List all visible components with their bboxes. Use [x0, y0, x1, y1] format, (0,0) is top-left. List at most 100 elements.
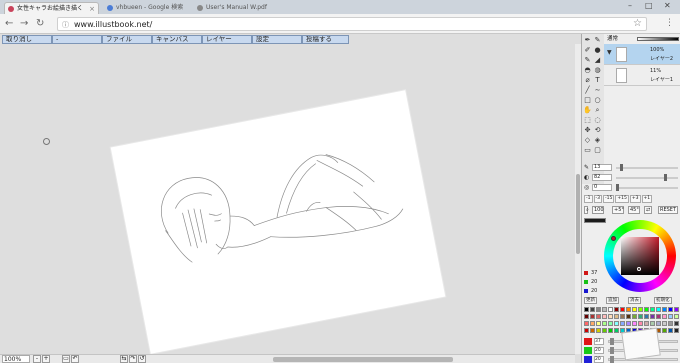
browser-menu-icon[interactable]: ⋮ — [665, 17, 674, 30]
blur-icon[interactable]: ◍ — [593, 66, 602, 75]
palette-swatch[interactable] — [590, 321, 595, 326]
blue-field[interactable]: 20 — [594, 356, 604, 363]
palette-swatch[interactable] — [584, 314, 589, 319]
palette-swatch[interactable] — [662, 328, 667, 333]
text-icon[interactable]: T — [593, 76, 602, 85]
slider-knob[interactable] — [620, 164, 623, 171]
rotate-angle-field[interactable]: 45° — [628, 206, 640, 214]
palette-swatch[interactable] — [614, 328, 619, 333]
rotate-left-button[interactable]: ↶ — [71, 355, 79, 363]
palette-swatch[interactable] — [662, 314, 667, 319]
brush-icon[interactable]: ✎ — [593, 36, 602, 45]
step-button[interactable]: +15 — [615, 195, 629, 203]
palette-swatch[interactable] — [632, 321, 637, 326]
palette-swatch[interactable] — [674, 314, 679, 319]
palette-swatch[interactable] — [584, 328, 589, 333]
reset-view-button[interactable]: RESET — [658, 206, 678, 214]
palette-swatch[interactable] — [584, 307, 589, 312]
shape-icon[interactable]: ◇ — [583, 136, 592, 145]
brush-blur-slider[interactable] — [616, 187, 678, 189]
flip-button[interactable]: ⇆ — [120, 355, 128, 363]
palette-swatch[interactable] — [602, 307, 607, 312]
palette-swatch[interactable] — [644, 307, 649, 312]
eraser-icon[interactable]: ✎ — [583, 56, 592, 65]
zoom-icon[interactable]: ⌕ — [593, 106, 602, 115]
palette-swatch[interactable] — [650, 307, 655, 312]
palette-swatch[interactable] — [602, 321, 607, 326]
flip-icon[interactable]: ⇄ — [644, 206, 652, 214]
palette-swatch[interactable] — [632, 307, 637, 312]
step-button[interactable]: +3 — [629, 195, 641, 203]
palette-swatch[interactable] — [668, 328, 673, 333]
menu-file[interactable]: ファイル — [102, 35, 152, 44]
stamp-icon[interactable]: ◈ — [593, 136, 602, 145]
move-icon[interactable]: ✥ — [583, 126, 592, 135]
line-icon[interactable]: ╱ — [583, 86, 592, 95]
slider-knob[interactable] — [610, 338, 614, 345]
palette-swatch[interactable] — [626, 307, 631, 312]
pencil-icon[interactable]: ✐ — [583, 46, 592, 55]
layer-opacity-slider[interactable] — [637, 37, 679, 41]
palette-swatch[interactable] — [668, 321, 673, 326]
foreground-color-swatch[interactable] — [584, 218, 606, 223]
pen-icon[interactable]: ✒ — [583, 36, 592, 45]
horizontal-scroll-thumb[interactable] — [273, 357, 453, 362]
fill-icon[interactable]: ◓ — [583, 66, 592, 75]
palette-swatch[interactable] — [632, 314, 637, 319]
brush-density-field[interactable]: 82 — [592, 174, 612, 181]
address-bar[interactable]: ⓘ www.illustbook.net/ ☆ — [57, 17, 647, 31]
brush-density-slider[interactable] — [616, 177, 678, 179]
step-button[interactable]: +1 — [641, 195, 653, 203]
palette-swatch[interactable] — [626, 314, 631, 319]
palette-swatch[interactable] — [584, 321, 589, 326]
palette-swatch[interactable] — [608, 314, 613, 319]
zoom-fit-button[interactable]: ▭ — [62, 355, 70, 363]
palette-swatch[interactable] — [668, 314, 673, 319]
close-icon[interactable]: × — [89, 3, 95, 14]
menu-canvas[interactable]: キャンバス — [152, 35, 202, 44]
palette-swatch[interactable] — [644, 321, 649, 326]
palette-swatch[interactable] — [662, 307, 667, 312]
undo-button[interactable]: ↺ — [138, 355, 146, 363]
dropper-icon[interactable]: ⌀ — [583, 76, 592, 85]
palette-swatch[interactable] — [596, 314, 601, 319]
palette-swatch[interactable] — [596, 328, 601, 333]
clear-icon[interactable]: ▢ — [593, 146, 602, 155]
palette-swatch[interactable] — [656, 307, 661, 312]
menu-post[interactable]: 投稿する — [302, 35, 349, 44]
green-field[interactable]: 20 — [594, 347, 604, 354]
step-button[interactable]: -1 — [584, 195, 593, 203]
step-button[interactable]: -3 — [593, 195, 602, 203]
maximize-icon[interactable]: □ — [645, 1, 653, 10]
rect-icon[interactable]: □ — [583, 96, 592, 105]
marker-icon[interactable]: ● — [593, 46, 602, 55]
tab-google-search[interactable]: vhbueen - Google 検索 — [104, 2, 189, 14]
airbrush-icon[interactable]: ◢ — [593, 56, 602, 65]
slider-knob[interactable] — [616, 184, 619, 191]
menu-undo[interactable]: 取り消し — [2, 35, 52, 44]
close-window-icon[interactable]: ✕ — [664, 1, 671, 10]
palette-swatch[interactable] — [620, 321, 625, 326]
slider-knob[interactable] — [664, 174, 667, 181]
swatch-delete-button[interactable]: 消去 — [628, 297, 641, 304]
rotate-right-button[interactable]: ↷ — [129, 355, 137, 363]
layer-item[interactable]: ▼ 100% レイヤー2 — [604, 44, 680, 65]
swatch-reset-button[interactable]: 初期化 — [654, 297, 672, 304]
palette-swatch[interactable] — [614, 321, 619, 326]
brush-blur-field[interactable]: 0 — [592, 184, 612, 191]
rotate-step-button[interactable]: +5° — [612, 206, 624, 214]
zoom-out-button[interactable]: - — [33, 355, 41, 363]
frame-icon[interactable]: ▭ — [583, 146, 592, 155]
palette-swatch[interactable] — [596, 307, 601, 312]
palette-swatch[interactable] — [674, 321, 679, 326]
palette-swatch[interactable] — [596, 321, 601, 326]
swatch-add-button[interactable]: 追加 — [606, 297, 619, 304]
palette-swatch[interactable] — [620, 314, 625, 319]
palette-swatch[interactable] — [656, 314, 661, 319]
slider-knob[interactable] — [610, 347, 614, 354]
palette-swatch[interactable] — [650, 321, 655, 326]
lasso-icon[interactable]: ◌ — [593, 116, 602, 125]
palette-swatch[interactable] — [602, 314, 607, 319]
red-field[interactable]: 37 — [594, 338, 604, 345]
palette-swatch[interactable] — [590, 307, 595, 312]
